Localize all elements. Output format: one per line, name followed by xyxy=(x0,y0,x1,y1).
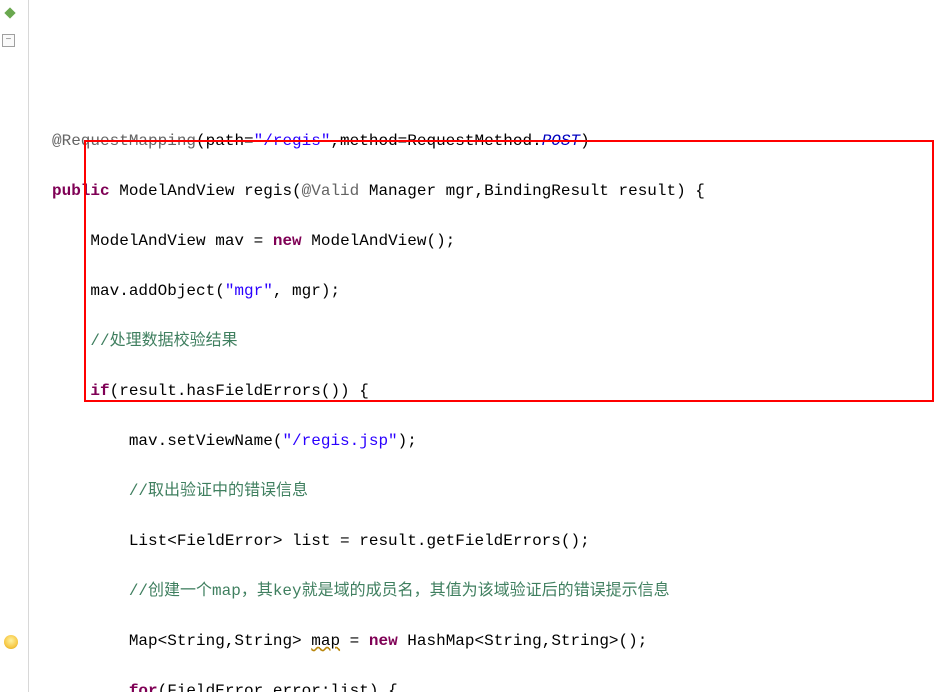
override-icon[interactable] xyxy=(4,7,15,18)
code-line[interactable]: //取出验证中的错误信息 xyxy=(52,479,936,504)
code-line[interactable]: List<FieldError> list = result.getFieldE… xyxy=(52,529,936,554)
code-line[interactable]: mav.addObject("mgr", mgr); xyxy=(52,279,936,304)
comment: //取出验证中的错误信息 xyxy=(129,482,308,500)
code-line[interactable]: Map<String,String> map = new HashMap<Str… xyxy=(52,629,936,654)
text: mav.addObject( xyxy=(90,282,224,300)
keyword: new xyxy=(369,632,398,650)
text: (result.hasFieldErrors()) { xyxy=(110,382,369,400)
code-line[interactable]: @RequestMapping(path="/regis",method=Req… xyxy=(52,129,936,154)
keyword: public xyxy=(52,182,110,200)
string-literal: "mgr" xyxy=(225,282,273,300)
comment: //创建一个map，其key就是域的成员名，其值为该域验证后的错误提示信息 xyxy=(129,582,670,600)
text: Map<String,String> xyxy=(129,632,311,650)
code-line[interactable]: //创建一个map，其key就是域的成员名，其值为该域验证后的错误提示信息 xyxy=(52,579,936,604)
code-editor[interactable]: − @RequestMapping(path="/regis",method=R… xyxy=(0,0,936,692)
keyword: for xyxy=(129,682,158,692)
text: HashMap<String,String>(); xyxy=(398,632,648,650)
code-line[interactable]: mav.setViewName("/regis.jsp"); xyxy=(52,429,936,454)
text: List<FieldError> list = result.getFieldE… xyxy=(129,532,590,550)
string-literal: "/regis.jsp" xyxy=(282,432,397,450)
keyword: if xyxy=(90,382,109,400)
annotation: @Valid xyxy=(302,182,360,200)
fold-icon[interactable]: − xyxy=(2,34,15,47)
text: = xyxy=(340,632,369,650)
code-line[interactable]: public ModelAndView regis(@Valid Manager… xyxy=(52,179,936,204)
code-line[interactable]: for(FieldError error:list) { xyxy=(52,679,936,692)
annotation: @RequestMapping xyxy=(52,132,196,150)
code-line[interactable]: if(result.hasFieldErrors()) { xyxy=(52,379,936,404)
text: mav.setViewName( xyxy=(129,432,283,450)
text: (FieldError error:list) { xyxy=(158,682,398,692)
quick-fix-icon[interactable] xyxy=(4,635,18,649)
text: ); xyxy=(398,432,417,450)
editor-gutter: − xyxy=(0,0,29,692)
text: ,method=RequestMethod. xyxy=(330,132,541,150)
string-literal: "/regis" xyxy=(254,132,331,150)
keyword: new xyxy=(273,232,302,250)
text: ModelAndView mav = xyxy=(90,232,272,250)
text: ModelAndView regis( xyxy=(110,182,302,200)
code-line[interactable]: ModelAndView mav = new ModelAndView(); xyxy=(52,229,936,254)
text: , mgr); xyxy=(273,282,340,300)
text: ) xyxy=(580,132,590,150)
text: Manager mgr,BindingResult result) { xyxy=(359,182,705,200)
text: (path= xyxy=(196,132,254,150)
code-line[interactable]: //处理数据校验结果 xyxy=(52,329,936,354)
constant: POST xyxy=(542,132,580,150)
text: ModelAndView(); xyxy=(302,232,456,250)
comment: //处理数据校验结果 xyxy=(90,332,237,350)
variable-warn: map xyxy=(311,632,340,650)
code-area[interactable]: @RequestMapping(path="/regis",method=Req… xyxy=(28,104,936,692)
